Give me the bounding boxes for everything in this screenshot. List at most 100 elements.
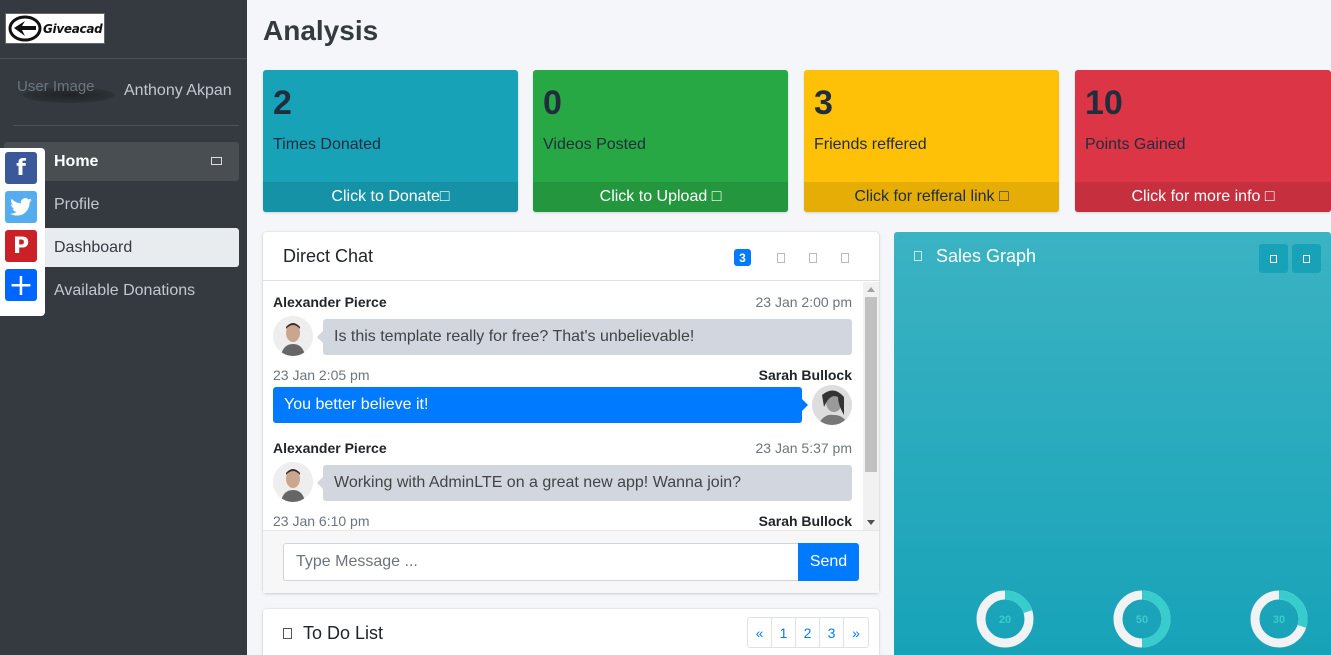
donate-link[interactable]: Click to Donate□	[263, 182, 518, 212]
sales-graph-header: Sales Graph	[894, 232, 1331, 280]
message-time: 23 Jan 6:10 pm	[273, 513, 370, 529]
twitter-icon	[10, 198, 32, 216]
send-button[interactable]: Send	[798, 543, 859, 581]
plus-icon: +	[8, 267, 34, 303]
sender-name: Sarah Bullock	[758, 367, 852, 383]
chat-message: 23 Jan 6:10 pm Sarah Bullock	[273, 513, 852, 530]
stat-label: Times Donated	[273, 136, 381, 153]
pinterest-share-button[interactable]: P	[5, 230, 37, 262]
facebook-icon: f	[16, 155, 26, 181]
page-1[interactable]: 1	[772, 618, 796, 647]
direct-chat-header: Direct Chat 3	[263, 232, 879, 281]
stat-label: Videos Posted	[543, 136, 646, 153]
brand-logo[interactable]: Giveacad	[5, 13, 105, 44]
clipboard-icon	[283, 628, 292, 639]
message-bubble: You better believe it!	[273, 387, 808, 423]
chat-input-bar: Send	[263, 530, 879, 593]
message-time: 23 Jan 5:37 pm	[755, 440, 852, 456]
brand: Giveacad	[0, 0, 247, 59]
user-name-link[interactable]: Anthony Akpan	[124, 82, 232, 100]
stat-box-videos: 0 Videos Posted Click to Upload □	[533, 70, 788, 212]
scroll-up-arrow-icon[interactable]	[867, 287, 875, 292]
new-messages-badge: 3	[734, 249, 751, 266]
giveacad-logo-icon	[8, 15, 42, 42]
chat-messages[interactable]: Alexander Pierce 23 Jan 2:00 pm Is this …	[263, 282, 879, 530]
message-bubble: Is this template really for free? That's…	[317, 319, 852, 355]
brand-logo-text: Giveacad	[43, 21, 103, 36]
page-prev[interactable]: «	[748, 618, 772, 647]
message-bubble: Working with AdminLTE on a great new app…	[317, 465, 852, 501]
knob-value-label: 20	[999, 614, 1011, 626]
scroll-down-arrow-icon[interactable]	[867, 520, 875, 525]
close-icon[interactable]	[841, 252, 849, 263]
stat-box-referrals: 3 Friends reffered Click for refferal li…	[804, 70, 1059, 212]
avatar	[273, 462, 313, 502]
sidebar-item-label: Available Donations	[54, 281, 196, 299]
referral-link[interactable]: Click for refferal link □	[804, 182, 1059, 212]
message-time: 23 Jan 2:00 pm	[755, 294, 852, 310]
sender-name: Alexander Pierce	[273, 440, 387, 456]
todo-pagination: « 1 2 3 »	[747, 617, 869, 648]
card-tools	[1255, 244, 1321, 273]
stat-value: 2	[273, 84, 292, 122]
page-3[interactable]: 3	[820, 618, 844, 647]
chat-message: Alexander Pierce 23 Jan 5:37 pm Working …	[273, 440, 852, 506]
user-avatar[interactable]: User Image	[17, 77, 117, 107]
sidebar-item-label: Home	[54, 152, 99, 170]
sales-graph-title: Sales Graph	[936, 245, 1037, 266]
close-icon	[1303, 254, 1310, 263]
upload-link[interactable]: Click to Upload □	[533, 182, 788, 212]
sender-name: Sarah Bullock	[758, 513, 852, 529]
avatar	[812, 385, 852, 425]
todo-list-card: To Do List « 1 2 3 »	[263, 609, 879, 655]
collapse-icon[interactable]	[211, 157, 222, 165]
direct-chat-card: Direct Chat 3 Alexander Pierce 23 Jan 2:…	[263, 232, 879, 593]
chat-scrollbar[interactable]	[863, 282, 879, 530]
stat-value: 3	[814, 84, 833, 122]
message-meta: 23 Jan 6:10 pm Sarah Bullock	[273, 513, 852, 530]
more-info-link[interactable]: Click for more info □	[1075, 182, 1331, 212]
message-meta: Alexander Pierce 23 Jan 2:00 pm	[273, 294, 852, 312]
card-tools: 3	[734, 249, 861, 266]
avatar	[273, 316, 313, 356]
facebook-share-button[interactable]: f	[5, 152, 37, 184]
user-image-alt-text: User Image	[17, 78, 95, 95]
collapse-button[interactable]	[1259, 244, 1288, 273]
collapse-icon[interactable]	[777, 252, 785, 263]
page-2[interactable]: 2	[796, 618, 820, 647]
twitter-share-button[interactable]	[5, 191, 37, 223]
more-share-button[interactable]: +	[5, 267, 37, 303]
sender-name: Alexander Pierce	[273, 294, 387, 310]
stat-label: Points Gained	[1085, 136, 1186, 153]
knob-gauge[interactable]: 50	[1111, 588, 1173, 650]
pinterest-icon: P	[12, 233, 30, 259]
knob-gauge[interactable]: 30	[1248, 588, 1310, 650]
scrollbar-thumb[interactable]	[865, 297, 877, 472]
page-title: Analysis	[263, 15, 379, 46]
stat-value: 0	[543, 84, 562, 122]
contacts-icon[interactable]	[809, 252, 817, 263]
sidebar-item-label: Profile	[54, 195, 100, 213]
todo-list-title: To Do List	[303, 623, 384, 643]
direct-chat-title: Direct Chat	[283, 245, 374, 266]
remove-button[interactable]	[1292, 244, 1321, 273]
message-time: 23 Jan 2:05 pm	[273, 367, 370, 383]
page-next[interactable]: »	[844, 618, 868, 647]
knob-gauge[interactable]: 20	[974, 588, 1036, 650]
collapse-icon	[1270, 254, 1277, 263]
message-input[interactable]	[283, 543, 798, 581]
user-panel: User Image Anthony Akpan	[13, 59, 239, 126]
stat-label: Friends reffered	[814, 136, 927, 153]
stat-box-points: 10 Points Gained Click for more info □	[1075, 70, 1331, 212]
stat-box-donations: 2 Times Donated Click to Donate□	[263, 70, 518, 212]
knob-value-label: 30	[1273, 614, 1285, 626]
message-meta: Alexander Pierce 23 Jan 5:37 pm	[273, 440, 852, 458]
sidebar: Giveacad User Image Anthony Akpan Home P…	[0, 0, 247, 655]
message-meta: 23 Jan 2:05 pm Sarah Bullock	[273, 367, 852, 385]
chat-message: 23 Jan 2:05 pm Sarah Bullock You better …	[273, 367, 852, 433]
chart-icon	[914, 251, 922, 261]
chat-message: Alexander Pierce 23 Jan 2:00 pm Is this …	[273, 294, 852, 360]
stat-value: 10	[1085, 84, 1123, 122]
sidebar-item-label: Dashboard	[54, 238, 133, 256]
todo-list-header: To Do List « 1 2 3 »	[263, 609, 879, 655]
